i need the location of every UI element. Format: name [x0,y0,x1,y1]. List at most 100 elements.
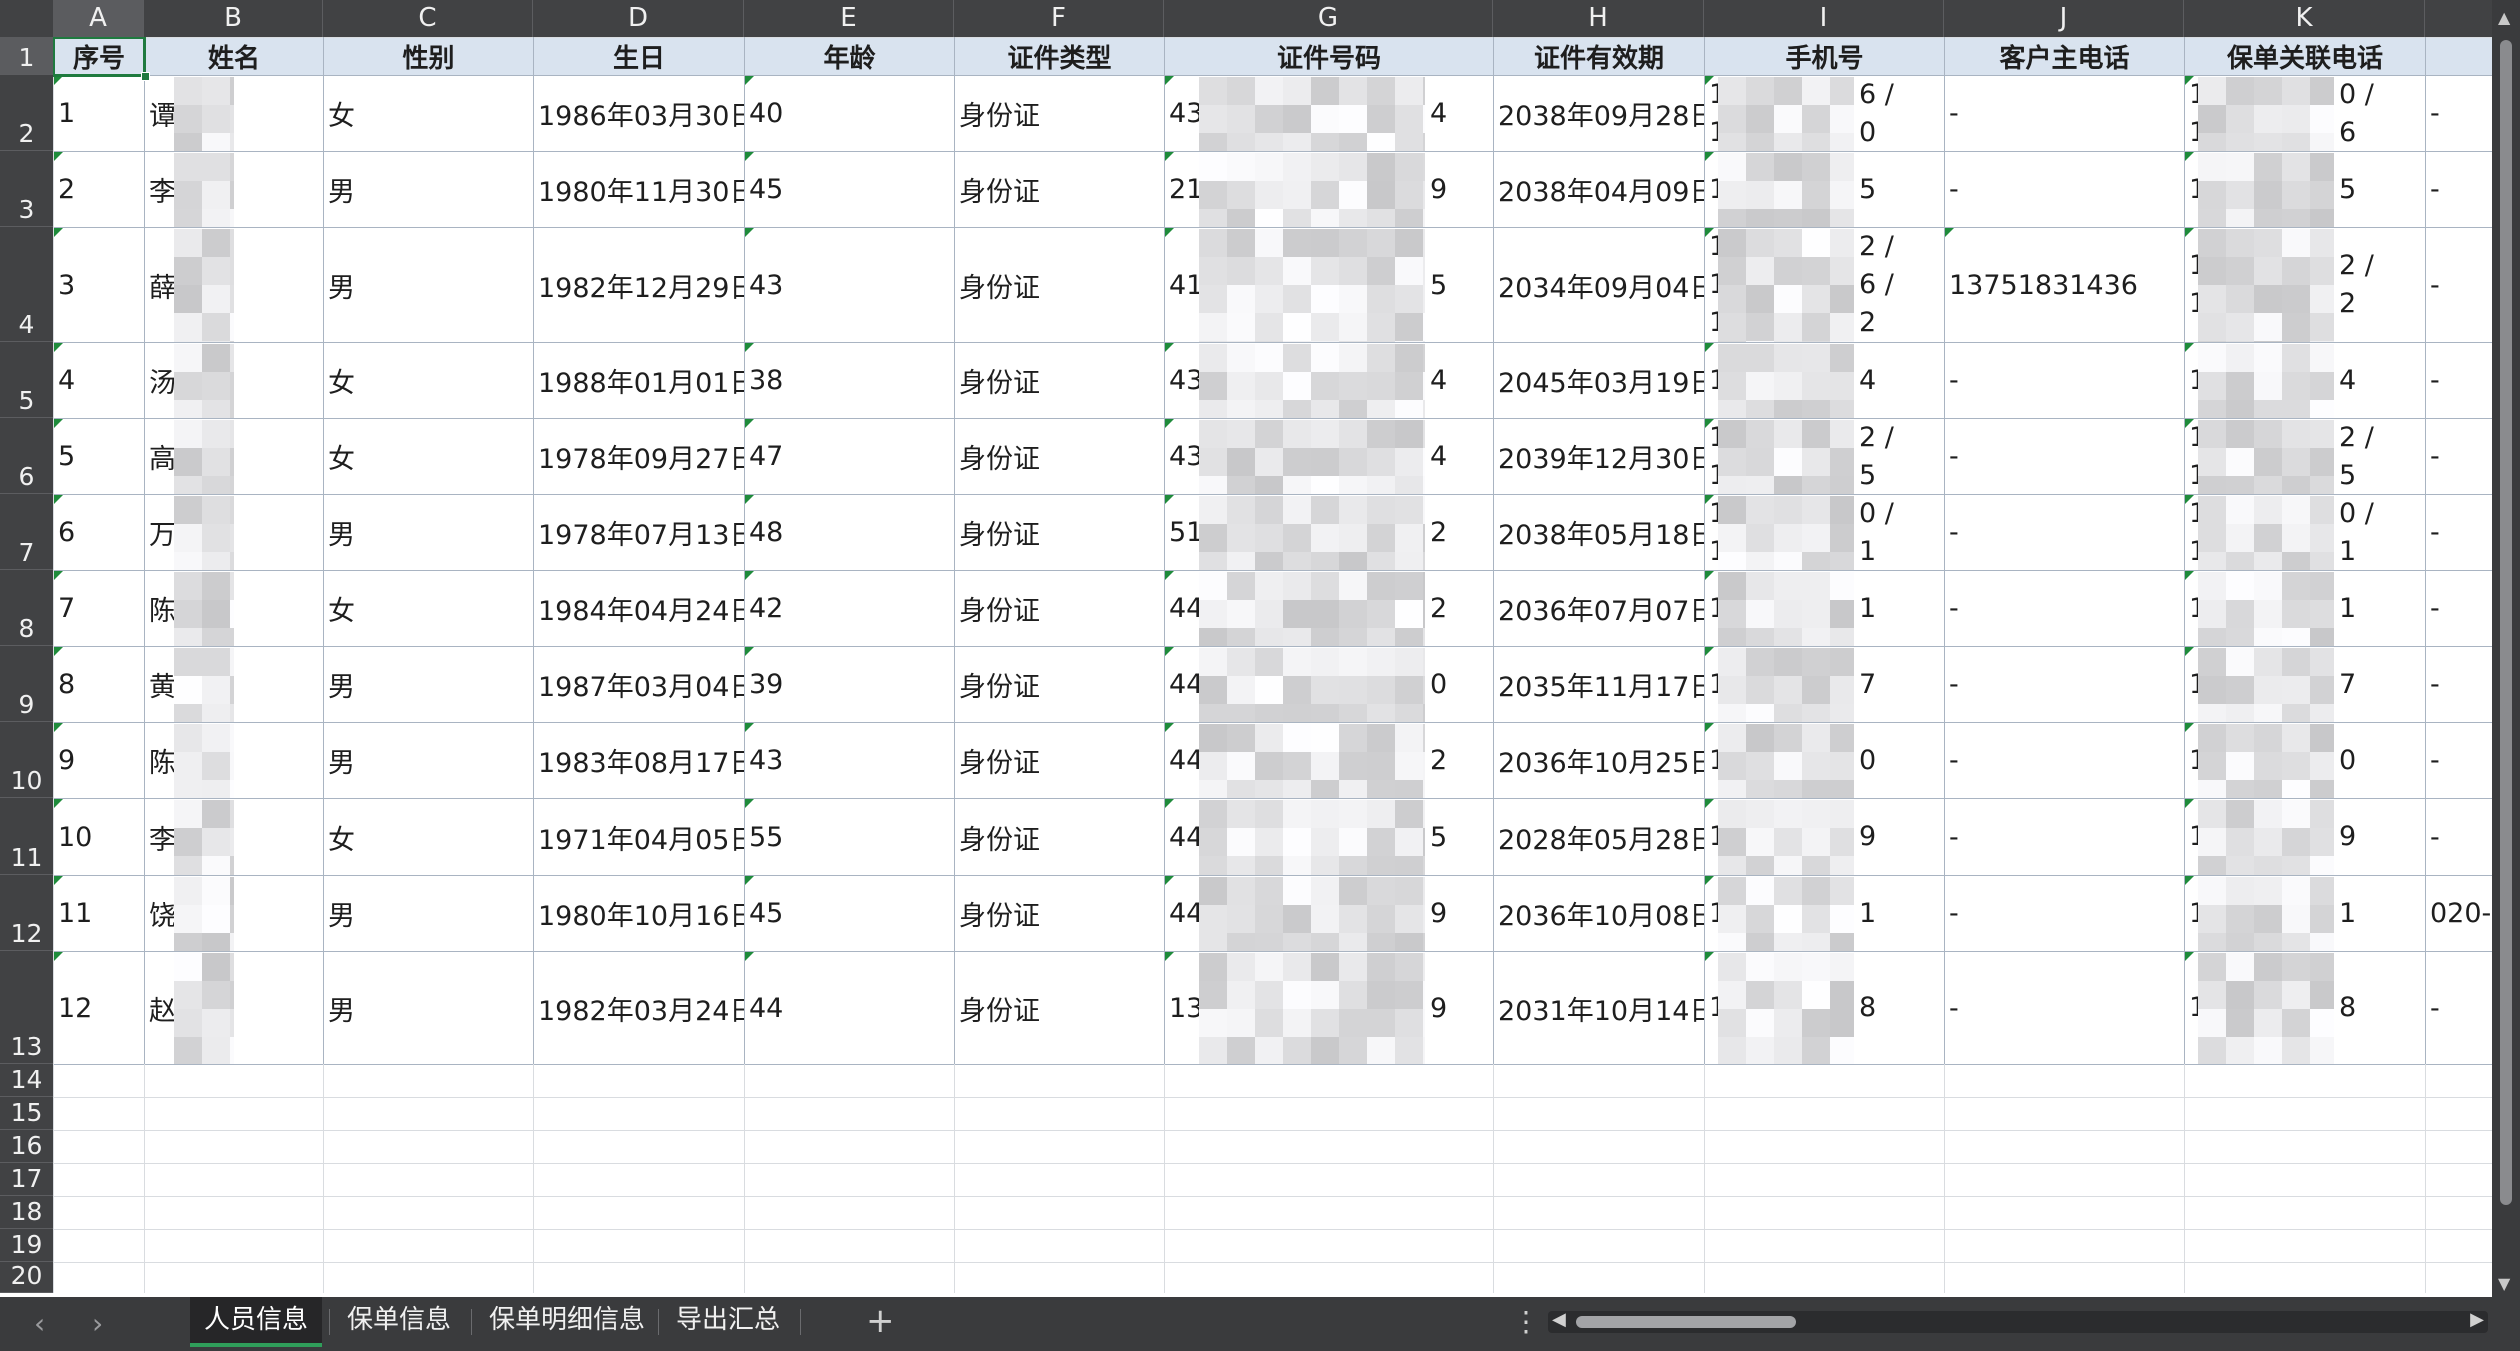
vertical-scroll-thumb[interactable] [2500,40,2512,1205]
row-header-15[interactable]: 15 [0,1097,53,1130]
cell-name[interactable]: 汤 [145,343,323,418]
header-cell[interactable]: 客户主电话 [1945,38,2184,75]
cell-phone-suffix[interactable]: 0 /1 [1855,495,1944,570]
cell-gender[interactable]: 男 [324,495,533,570]
cell-seq[interactable]: 5 [54,419,144,494]
cell-seq[interactable]: 6 [54,495,144,570]
scroll-down-icon[interactable]: ▼ [2498,1274,2510,1293]
cell-main-phone[interactable]: - [1945,647,2184,722]
cell-seq[interactable]: 8 [54,647,144,722]
cell-main-phone[interactable]: 13751831436 [1945,228,2184,342]
cell-gender[interactable]: 男 [324,723,533,798]
cell-main-phone[interactable]: - [1945,76,2184,151]
cell-birth[interactable]: 1983年08月17日 [534,723,744,798]
vertical-scrollbar[interactable]: ▲ ▼ [2492,0,2520,1297]
cell-phone-suffix[interactable]: 8 [1855,952,1944,1064]
cell-id-expiry[interactable]: 2038年04月09日 [1494,152,1704,227]
cell-l[interactable]: - [2426,952,2492,1064]
horizontal-scroll-thumb[interactable] [1576,1316,1796,1328]
cell-gender[interactable]: 女 [324,799,533,875]
row-header-6[interactable]: 6 [0,418,53,494]
cell-age[interactable]: 55 [745,799,954,875]
row-header-12[interactable]: 12 [0,875,53,951]
cell-age[interactable]: 39 [745,647,954,722]
scroll-up-icon[interactable]: ▲ [2498,8,2510,27]
cell-main-phone[interactable]: - [1945,723,2184,798]
cell-idtype[interactable]: 身份证 [955,495,1164,570]
cell-l[interactable]: - [2426,571,2492,646]
cell-birth[interactable]: 1980年10月16日 [534,876,744,951]
column-header-i[interactable]: I [1704,0,1944,37]
column-header-k[interactable]: K [2184,0,2425,37]
cell-name[interactable]: 薛 [145,228,323,342]
cell-gender[interactable]: 女 [324,343,533,418]
row-header-14[interactable]: 14 [0,1064,53,1097]
cell-phone-suffix[interactable]: 7 [1855,647,1944,722]
header-cell[interactable]: 性别 [324,38,533,75]
cell-main-phone[interactable]: - [1945,343,2184,418]
cell-grid[interactable]: 序号 姓名 性别 生日 年龄 证件类型 证件号码 证件有效期 手机号 客户主电话 保单关联电话 1 谭女… [53,37,2492,1293]
cell-age[interactable]: 44 [745,952,954,1064]
cell-name[interactable]: 李 [145,152,323,227]
row-header-1[interactable]: 1 [0,37,53,75]
cell-phone-suffix[interactable]: 4 [1855,343,1944,418]
cell-idtype[interactable]: 身份证 [955,952,1164,1064]
horizontal-scrollbar[interactable]: ◀ ▶ [1548,1309,2488,1333]
cell-gender[interactable]: 女 [324,76,533,151]
scroll-right-icon[interactable]: ▶ [2470,1309,2484,1330]
row-header-17[interactable]: 17 [0,1163,53,1196]
row-header-16[interactable]: 16 [0,1130,53,1163]
cell-related-phone-suffix[interactable]: 2 /5 [2335,419,2425,494]
sheet-tab-3[interactable]: 保单明细信息 [475,1297,659,1343]
cell-l[interactable]: - [2426,723,2492,798]
column-header-a[interactable]: A [53,0,144,37]
cell-l[interactable]: 020- [2426,876,2492,951]
cell-birth[interactable]: 1984年04月24日 [534,571,744,646]
more-vertical-icon[interactable]: ⋮ [1512,1305,1540,1338]
row-header-4[interactable]: 4 [0,227,53,342]
column-header-e[interactable]: E [744,0,954,37]
cell-idtype[interactable]: 身份证 [955,876,1164,951]
cell-birth[interactable]: 1986年03月30日 [534,76,744,151]
cell-phone-suffix[interactable]: 2 / 6 / 2 [1855,228,1944,342]
row-header-20[interactable]: 20 [0,1261,53,1293]
header-cell[interactable]: 年龄 [745,38,954,75]
cell-birth[interactable]: 1987年03月04日 [534,647,744,722]
cell-seq[interactable]: 2 [54,152,144,227]
cell-birth[interactable]: 1988年01月01日 [534,343,744,418]
cell-id-expiry[interactable]: 2028年05月28日 [1494,799,1704,875]
cell-seq[interactable]: 10 [54,799,144,875]
cell-main-phone[interactable]: - [1945,876,2184,951]
cell-idtype[interactable]: 身份证 [955,571,1164,646]
cell-gender[interactable]: 男 [324,152,533,227]
cell-related-phone-suffix[interactable]: 7 [2335,647,2425,722]
column-header-h[interactable]: H [1493,0,1704,37]
cell-gender[interactable]: 男 [324,952,533,1064]
cell-name[interactable]: 黄 [145,647,323,722]
cell-idtype[interactable]: 身份证 [955,799,1164,875]
cell-seq[interactable]: 12 [54,952,144,1064]
cell-age[interactable]: 45 [745,152,954,227]
cell-id-expiry[interactable]: 2031年10月14日 [1494,952,1704,1064]
cell-age[interactable]: 45 [745,876,954,951]
chevron-right-icon[interactable]: › [92,1307,103,1340]
cell-age[interactable]: 48 [745,495,954,570]
cell-seq[interactable]: 1 [54,76,144,151]
cell-birth[interactable]: 1982年03月24日 [534,952,744,1064]
header-cell[interactable]: 证件类型 [955,38,1164,75]
header-cell[interactable]: 序号 [54,38,144,75]
cell-name[interactable]: 陈 [145,723,323,798]
row-header-10[interactable]: 10 [0,722,53,798]
cell-l[interactable]: - [2426,343,2492,418]
cell-name[interactable]: 赵 [145,952,323,1064]
cell-gender[interactable]: 女 [324,419,533,494]
cell-idtype[interactable]: 身份证 [955,419,1164,494]
column-header-d[interactable]: D [533,0,744,37]
sheet-tab-2[interactable]: 保单信息 [333,1297,465,1343]
cell-phone-suffix[interactable]: 1 [1855,571,1944,646]
cell-age[interactable]: 47 [745,419,954,494]
cell-idtype[interactable]: 身份证 [955,152,1164,227]
cell-l[interactable]: - [2426,76,2492,151]
cell-idtype[interactable]: 身份证 [955,647,1164,722]
cell-phone-suffix[interactable]: 0 [1855,723,1944,798]
